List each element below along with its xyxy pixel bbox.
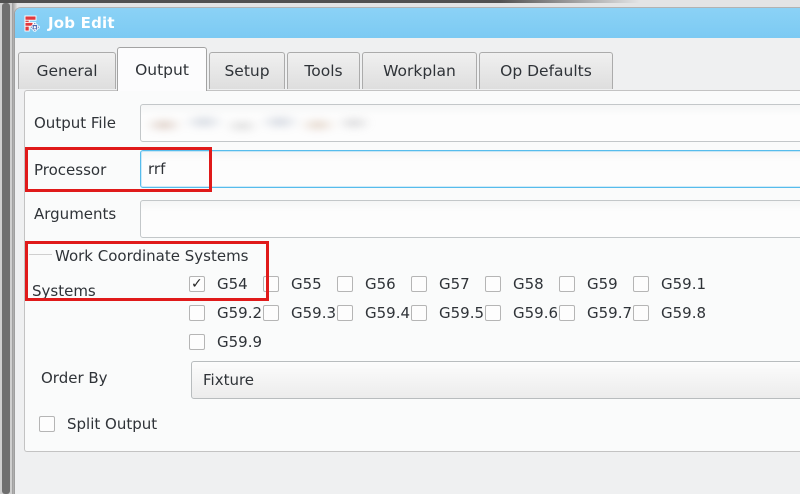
checkbox-box: ✓ xyxy=(485,276,501,292)
processor-input[interactable] xyxy=(140,150,800,188)
tab-bar: General Output Setup Tools Workplan Op D… xyxy=(15,38,800,90)
groupbox-border-segment xyxy=(29,254,52,255)
checkbox-g59-3[interactable]: ✓ G59.3 xyxy=(263,304,336,322)
checkbox-box: ✓ xyxy=(337,305,353,321)
checkbox-box: ✓ xyxy=(485,305,501,321)
checkbox-box: ✓ xyxy=(559,276,575,292)
checkbox-g54[interactable]: ✓ G54 xyxy=(189,275,248,293)
systems-label: Systems xyxy=(32,281,96,301)
arguments-label: Arguments xyxy=(34,204,116,224)
checkbox-g59-5[interactable]: ✓ G59.5 xyxy=(411,304,484,322)
checkbox-g56[interactable]: ✓ G56 xyxy=(337,275,396,293)
checkbox-box: ✓ xyxy=(189,276,205,292)
tab-setup[interactable]: Setup xyxy=(209,52,285,89)
checkbox-box: ✓ xyxy=(559,305,575,321)
checkbox-g59-6[interactable]: ✓ G59.6 xyxy=(485,304,558,322)
freecad-logo-icon xyxy=(22,14,41,33)
checkbox-box: ✓ xyxy=(189,305,205,321)
tab-output[interactable]: Output xyxy=(117,47,207,91)
checkbox-g58[interactable]: ✓ G58 xyxy=(485,275,544,293)
tab-workplan[interactable]: Workplan xyxy=(362,52,477,89)
checkbox-box: ✓ xyxy=(263,276,279,292)
checkbox-g59-9[interactable]: ✓ G59.9 xyxy=(189,333,262,351)
checkbox-box: ✓ xyxy=(39,416,55,432)
checkbox-g59-2[interactable]: ✓ G59.2 xyxy=(189,304,262,322)
checkbox-g59-1[interactable]: ✓ G59.1 xyxy=(633,275,706,293)
checkmark-icon: ✓ xyxy=(191,275,203,293)
screenshot-root: Job Edit General Output Setup Tools Work… xyxy=(0,0,800,494)
checkbox-g59[interactable]: ✓ G59 xyxy=(559,275,618,293)
order-by-label: Order By xyxy=(41,368,108,388)
checkbox-box: ✓ xyxy=(263,305,279,321)
checkbox-g59-8[interactable]: ✓ G59.8 xyxy=(633,304,706,322)
parent-scrollbar-handle[interactable] xyxy=(2,3,10,494)
checkbox-g55[interactable]: ✓ G55 xyxy=(263,275,322,293)
output-file-input[interactable] xyxy=(140,104,800,142)
order-by-combobox[interactable]: Fixture xyxy=(191,361,800,399)
dialog-title: Job Edit xyxy=(48,14,115,32)
checkbox-box: ✓ xyxy=(337,276,353,292)
checkbox-g59-4[interactable]: ✓ G59.4 xyxy=(337,304,410,322)
checkbox-g59-7[interactable]: ✓ G59.7 xyxy=(559,304,632,322)
wcs-group-title: Work Coordinate Systems xyxy=(55,246,249,266)
output-file-redacted-blur xyxy=(146,112,378,136)
parent-window-edge xyxy=(0,0,640,3)
checkbox-g57[interactable]: ✓ G57 xyxy=(411,275,470,293)
parent-scrollbar-track[interactable] xyxy=(0,0,12,494)
output-tab-panel: Output File Processor Arguments Work Coo… xyxy=(24,90,800,452)
tab-tools[interactable]: Tools xyxy=(287,52,360,89)
processor-label: Processor xyxy=(34,160,106,180)
arguments-input[interactable] xyxy=(140,200,800,238)
job-edit-dialog: Job Edit General Output Setup Tools Work… xyxy=(15,8,800,494)
checkbox-split-output[interactable]: ✓ Split Output xyxy=(39,415,157,433)
tab-op-defaults[interactable]: Op Defaults xyxy=(479,52,613,89)
checkbox-box: ✓ xyxy=(411,305,427,321)
tab-general[interactable]: General xyxy=(18,52,116,89)
checkbox-box: ✓ xyxy=(633,276,649,292)
output-file-label: Output File xyxy=(34,113,116,133)
checkbox-box: ✓ xyxy=(189,334,205,350)
order-by-value: Fixture xyxy=(203,371,254,389)
checkbox-box: ✓ xyxy=(411,276,427,292)
dialog-titlebar[interactable]: Job Edit xyxy=(15,8,800,38)
checkbox-box: ✓ xyxy=(633,305,649,321)
